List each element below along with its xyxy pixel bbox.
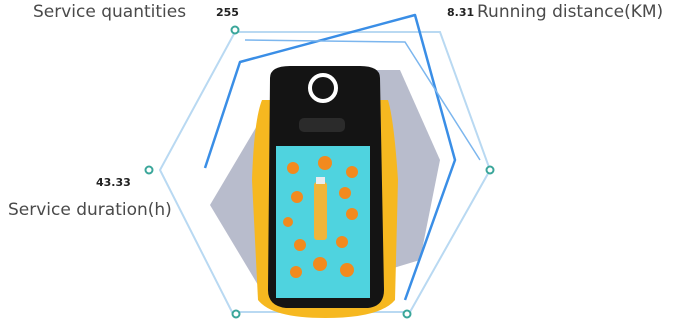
service-duration-label: Service duration(h) [8, 200, 172, 220]
service-quantities-label: Service quantities [33, 2, 187, 22]
service-quantities-value: 255 [216, 6, 239, 19]
running-distance-label: Running distance(KM) [477, 2, 664, 22]
service-duration-value: 43.33 [96, 176, 131, 189]
stats-overlay: Service quantities 255 8.31 Running dist… [0, 0, 682, 323]
running-distance-value: 8.31 [447, 6, 475, 19]
